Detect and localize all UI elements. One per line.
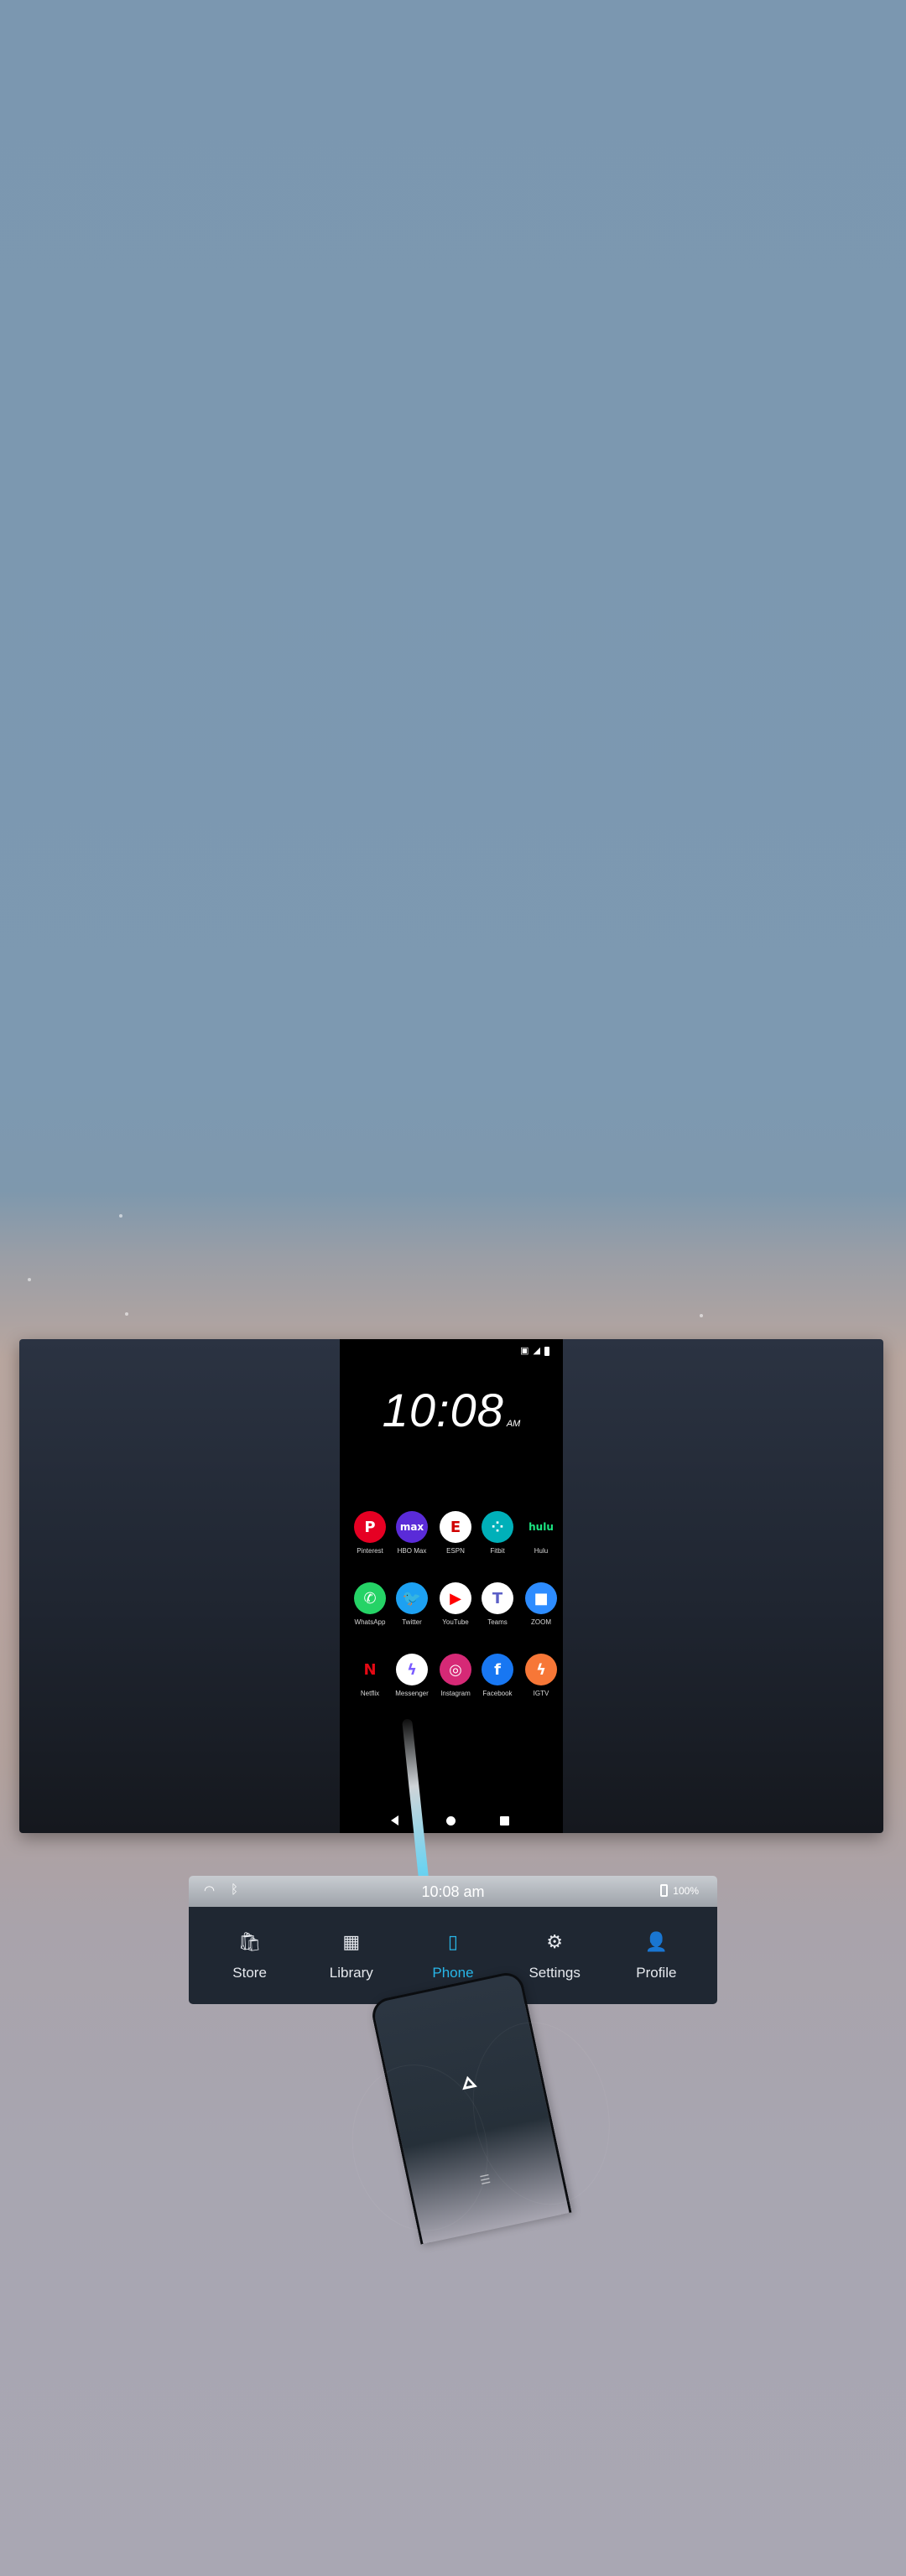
clock-ampm: AM: [506, 1419, 521, 1429]
facebook-icon: f: [482, 1654, 513, 1685]
app-label: HBO Max: [397, 1547, 427, 1555]
nfc-icon: ▣: [520, 1346, 529, 1356]
app-twitter[interactable]: 🐦 Twitter: [391, 1582, 433, 1626]
home-icon[interactable]: [446, 1816, 456, 1826]
app-label: YouTube: [442, 1618, 469, 1626]
igtv-icon: ϟ: [525, 1654, 557, 1685]
app-label: Fitbit: [490, 1547, 505, 1555]
netflix-icon: N: [354, 1654, 386, 1685]
app-label: ESPN: [446, 1547, 465, 1555]
tab-settings[interactable]: ⚙ Settings: [508, 1929, 601, 1981]
hulu-icon: hulu: [525, 1511, 557, 1543]
twitter-icon: 🐦: [396, 1582, 428, 1614]
star-decoration: [28, 1278, 31, 1281]
dock-status-bar: ◠ ᛒ 10:08 am 100%: [189, 1876, 717, 1907]
instagram-icon: ◎: [440, 1654, 471, 1685]
tab-label: Profile: [636, 1965, 677, 1981]
dock-time: 10:08 am: [421, 1883, 485, 1900]
tab-store[interactable]: 🛍 Store: [204, 1929, 296, 1981]
app-label: Netflix: [360, 1690, 380, 1697]
menu-icon[interactable]: ☰: [479, 2172, 492, 2188]
teams-icon: T: [482, 1582, 513, 1614]
tab-label: Store: [232, 1965, 267, 1981]
mirrored-phone-screen[interactable]: ▣ ◢ 10:08 AM P Pinterest max HBO Max E ESPN ⁘ Fi…: [340, 1339, 563, 1833]
lock-clock: 10:08 AM: [340, 1383, 563, 1437]
espn-icon: E: [440, 1511, 471, 1543]
app-instagram[interactable]: ◎ Instagram: [435, 1654, 476, 1697]
whatsapp-icon: ✆: [354, 1582, 386, 1614]
phone-status-bar: ▣ ◢: [520, 1346, 549, 1356]
app-pinterest[interactable]: P Pinterest: [349, 1511, 391, 1555]
app-hulu[interactable]: hulu Hulu: [520, 1511, 562, 1555]
handheld-phone-controller[interactable]: ☰: [336, 1969, 627, 2245]
tab-label: Settings: [528, 1965, 581, 1981]
recents-icon[interactable]: [500, 1816, 509, 1826]
battery-icon: [544, 1346, 549, 1356]
app-label: WhatsApp: [354, 1618, 386, 1626]
signal-icon: ◢: [533, 1346, 540, 1356]
hbo-max-icon: max: [396, 1511, 428, 1543]
clock-time: 10:08: [382, 1384, 504, 1436]
app-label: Teams: [487, 1618, 508, 1626]
app-zoom[interactable]: ■ ZOOM: [520, 1582, 562, 1626]
fitbit-icon: ⁘: [482, 1511, 513, 1543]
app-label: ZOOM: [531, 1618, 551, 1626]
tab-phone[interactable]: ▯ Phone: [407, 1929, 499, 1981]
pinterest-icon: P: [354, 1511, 386, 1543]
app-whatsapp[interactable]: ✆ WhatsApp: [349, 1582, 391, 1626]
virtual-display-panel: ▣ ◢ 10:08 AM P Pinterest max HBO Max E ESPN ⁘ Fi…: [19, 1339, 883, 1833]
tab-profile[interactable]: 👤 Profile: [610, 1929, 702, 1981]
tab-library[interactable]: ▦ Library: [305, 1929, 398, 1981]
app-espn[interactable]: E ESPN: [435, 1511, 476, 1555]
app-hbo-max[interactable]: max HBO Max: [391, 1511, 433, 1555]
app-youtube[interactable]: ▶ YouTube: [435, 1582, 476, 1626]
star-decoration: [700, 1314, 703, 1317]
battery-percent: 100%: [673, 1884, 699, 1897]
app-messenger[interactable]: ϟ Messenger: [391, 1654, 433, 1697]
app-teams[interactable]: T Teams: [476, 1582, 518, 1626]
settings-icon: ⚙: [546, 1931, 564, 1952]
tab-label: Library: [329, 1965, 373, 1981]
phone-battery-icon: [660, 1884, 669, 1897]
app-netflix[interactable]: N Netflix: [349, 1654, 391, 1697]
library-icon: ▦: [342, 1931, 361, 1952]
dock-battery: 100%: [660, 1884, 699, 1897]
youtube-icon: ▶: [440, 1582, 471, 1614]
app-facebook[interactable]: f Facebook: [476, 1654, 518, 1697]
app-label: IGTV: [533, 1690, 549, 1697]
app-label: Instagram: [440, 1690, 471, 1697]
messenger-icon: ϟ: [396, 1654, 428, 1685]
star-decoration: [119, 1214, 122, 1218]
app-label: Pinterest: [357, 1547, 383, 1555]
app-label: Hulu: [534, 1547, 549, 1555]
android-nav-bar: [340, 1815, 563, 1827]
phone-icon: ▯: [447, 1931, 459, 1952]
profile-icon: 👤: [644, 1931, 669, 1952]
star-decoration: [125, 1312, 128, 1316]
store-icon: 🛍: [237, 1931, 262, 1952]
app-label: Messenger: [395, 1690, 429, 1697]
app-igtv[interactable]: ϟ IGTV: [520, 1654, 562, 1697]
app-fitbit[interactable]: ⁘ Fitbit: [476, 1511, 518, 1555]
back-icon[interactable]: [391, 1815, 398, 1826]
app-label: Twitter: [402, 1618, 422, 1626]
app-label: Facebook: [482, 1690, 513, 1697]
zoom-icon: ■: [525, 1582, 557, 1614]
